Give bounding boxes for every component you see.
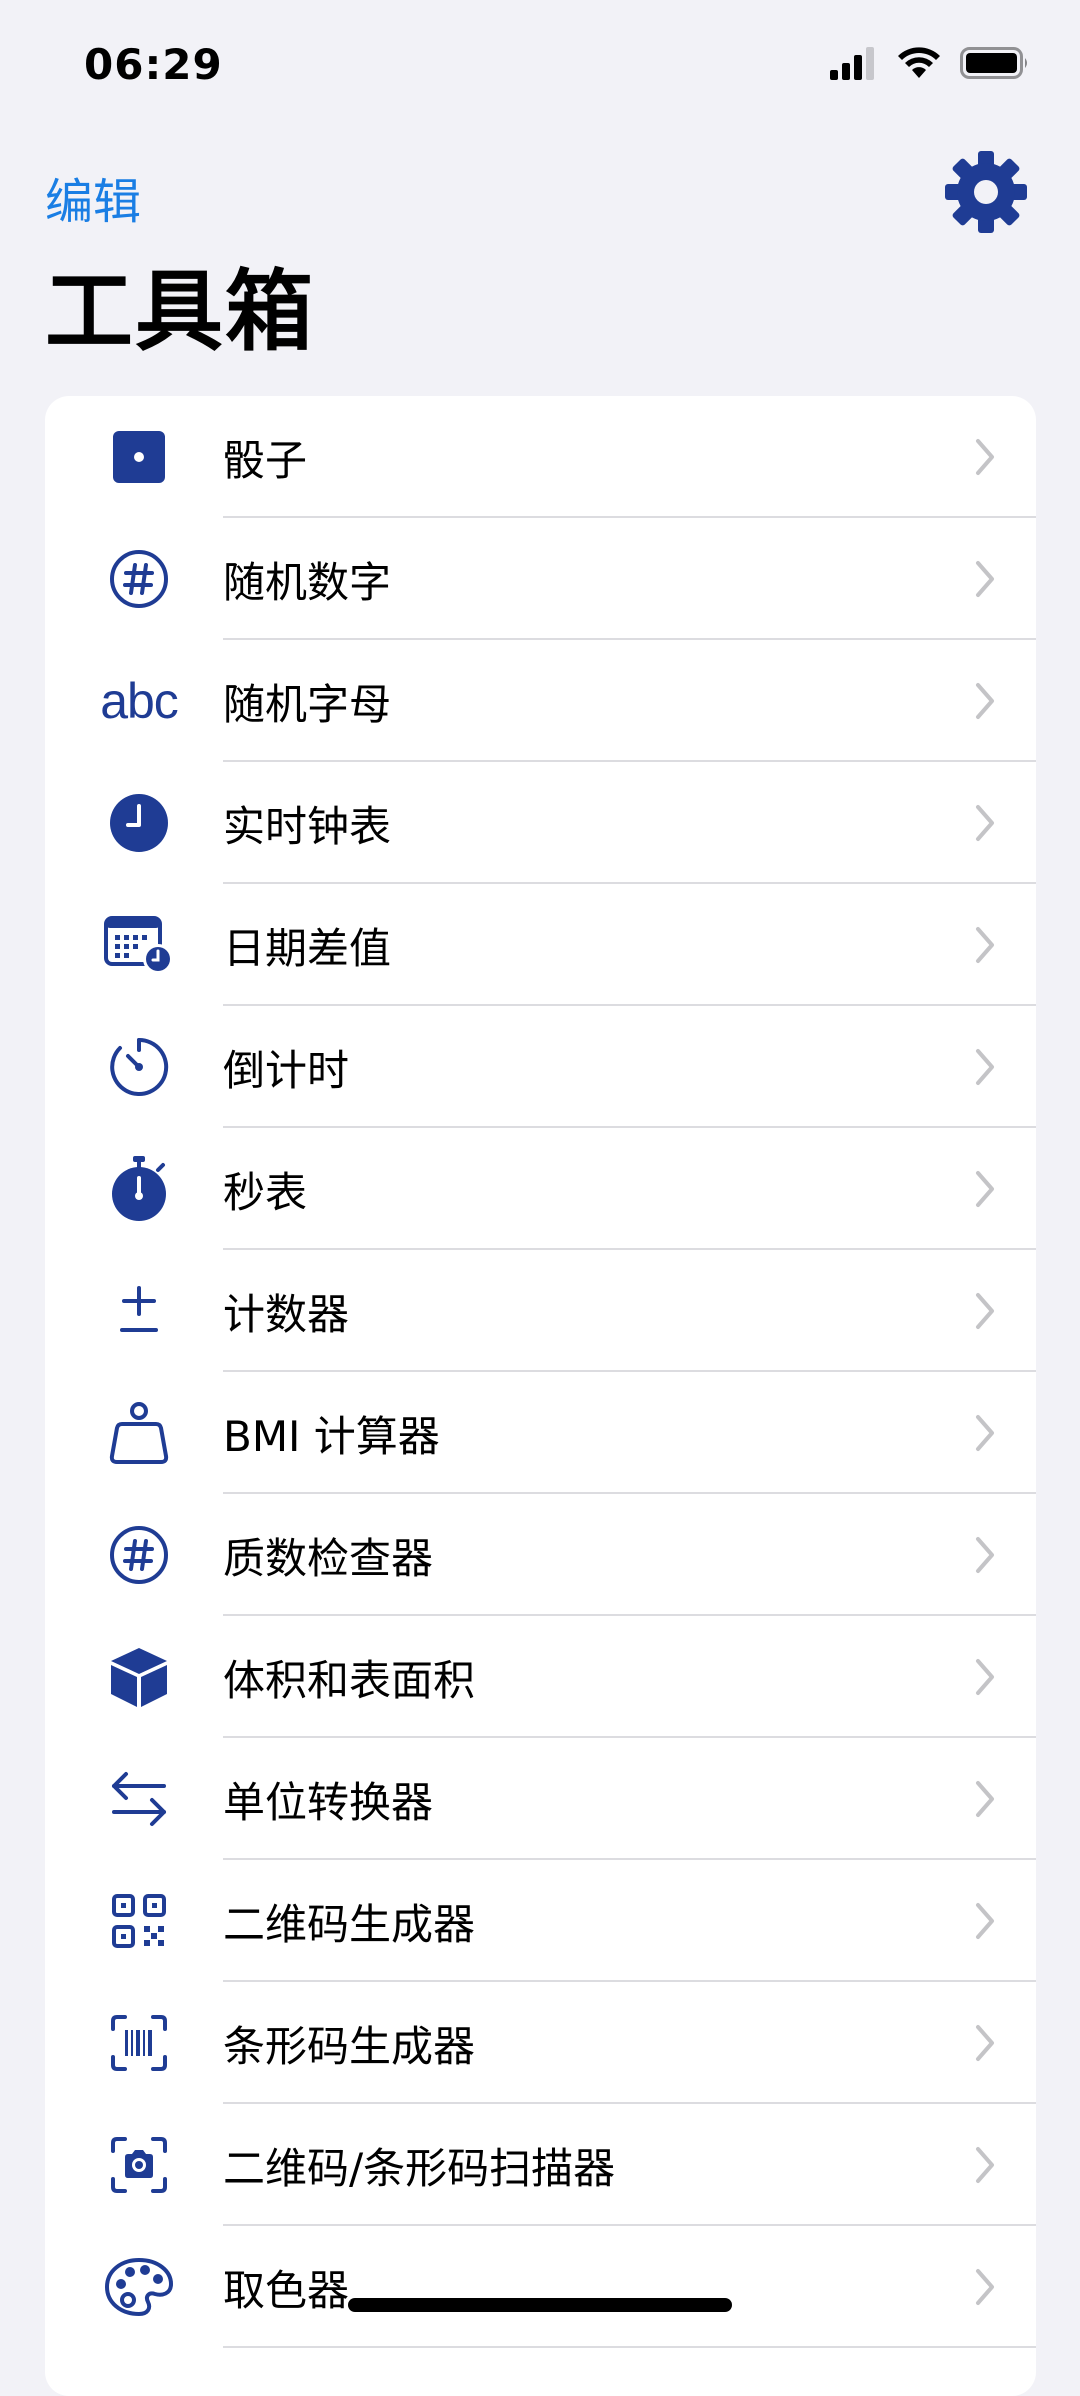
list-item-label: 单位转换器 xyxy=(223,1777,434,1827)
list-item-label: 倒计时 xyxy=(223,1045,350,1095)
gear-icon xyxy=(945,151,1027,233)
chevron-right-icon xyxy=(976,1659,994,1695)
chevron-right-icon xyxy=(976,2269,994,2305)
list-item-barcode-generator[interactable]: 条形码生成器 xyxy=(45,1982,1036,2104)
list-item-random-number[interactable]: 随机数字 xyxy=(45,518,1036,640)
list-item-label: 随机字母 xyxy=(223,679,392,729)
list-item-label: 质数检查器 xyxy=(223,1533,434,1583)
chevron-right-icon xyxy=(976,1903,994,1939)
list-item-countdown[interactable]: 倒计时 xyxy=(45,1006,1036,1128)
scale-weight-icon xyxy=(95,1389,183,1477)
clock-icon xyxy=(95,779,183,867)
list-item-dice[interactable]: 骰子 xyxy=(45,396,1036,518)
camera-viewfinder-icon xyxy=(95,2121,183,2209)
list-item-label: 取色器 xyxy=(223,2265,350,2315)
wifi-icon xyxy=(898,47,940,78)
edit-button[interactable]: 编辑 xyxy=(45,162,141,232)
plus-minus-icon xyxy=(95,1267,183,1355)
list-item-label: BMI 计算器 xyxy=(223,1411,440,1461)
number-circle-icon xyxy=(95,1511,183,1599)
list-item-bmi-calculator[interactable]: BMI 计算器 xyxy=(45,1372,1036,1494)
status-icons xyxy=(830,46,1030,80)
home-indicator[interactable] xyxy=(348,2298,732,2312)
tools-list: 骰子 随机数字 abc 随机字母 实时钟表 日期差值 倒计时 秒表 计数器 BM… xyxy=(45,396,1036,2396)
list-item-live-clock[interactable]: 实时钟表 xyxy=(45,762,1036,884)
stopwatch-icon xyxy=(95,1145,183,1233)
list-item-color-picker[interactable]: 取色器 xyxy=(45,2226,1036,2348)
list-item-label: 实时钟表 xyxy=(223,801,392,851)
barcode-viewfinder-icon xyxy=(95,1999,183,2087)
list-item-counter[interactable]: 计数器 xyxy=(45,1250,1036,1372)
chevron-right-icon xyxy=(976,1171,994,1207)
list-item-label: 骰子 xyxy=(223,435,308,485)
list-item-label: 二维码生成器 xyxy=(223,1899,476,1949)
abc-icon: abc xyxy=(75,657,203,745)
list-item-prime-checker[interactable]: 质数检查器 xyxy=(45,1494,1036,1616)
list-item-label: 秒表 xyxy=(223,1167,308,1217)
battery-icon xyxy=(960,47,1027,79)
chevron-right-icon xyxy=(976,927,994,963)
list-item-qr-generator[interactable]: 二维码生成器 xyxy=(45,1860,1036,1982)
list-item-code-scanner[interactable]: 二维码/条形码扫描器 xyxy=(45,2104,1036,2226)
list-item-label: 条形码生成器 xyxy=(223,2021,476,2071)
nav-bar: 编辑 xyxy=(0,150,1080,260)
list-item-label: 随机数字 xyxy=(223,557,392,607)
list-item-date-difference[interactable]: 日期差值 xyxy=(45,884,1036,1006)
list-item-label: 日期差值 xyxy=(223,923,392,973)
abc-icon-text: abc xyxy=(100,673,179,729)
chevron-right-icon xyxy=(976,805,994,841)
list-item-random-letter[interactable]: abc 随机字母 xyxy=(45,640,1036,762)
qr-code-icon xyxy=(95,1877,183,1965)
chevron-right-icon xyxy=(976,683,994,719)
chevron-right-icon xyxy=(976,1415,994,1451)
die-icon xyxy=(95,413,183,501)
chevron-right-icon xyxy=(976,1781,994,1817)
chevron-right-icon xyxy=(976,561,994,597)
arrows-swap-icon xyxy=(95,1755,183,1843)
status-bar: 06:29 xyxy=(0,0,1080,130)
list-item-label: 体积和表面积 xyxy=(223,1655,476,1705)
palette-icon xyxy=(95,2243,183,2331)
chevron-right-icon xyxy=(976,439,994,475)
settings-button[interactable] xyxy=(944,150,1028,234)
divider xyxy=(223,2346,1036,2348)
list-item-volume-surface[interactable]: 体积和表面积 xyxy=(45,1616,1036,1738)
cellular-signal-icon xyxy=(830,47,874,80)
status-time: 06:29 xyxy=(84,40,223,89)
chevron-right-icon xyxy=(976,2025,994,2061)
list-item-label: 二维码/条形码扫描器 xyxy=(223,2143,616,2193)
list-item-stopwatch[interactable]: 秒表 xyxy=(45,1128,1036,1250)
chevron-right-icon xyxy=(976,1049,994,1085)
calendar-clock-icon xyxy=(95,901,183,989)
timer-icon xyxy=(95,1023,183,1111)
chevron-right-icon xyxy=(976,1293,994,1329)
cube-icon xyxy=(95,1633,183,1721)
list-item-unit-converter[interactable]: 单位转换器 xyxy=(45,1738,1036,1860)
chevron-right-icon xyxy=(976,2147,994,2183)
page-title: 工具箱 xyxy=(45,260,316,363)
number-circle-icon xyxy=(95,535,183,623)
list-item-label: 计数器 xyxy=(223,1289,350,1339)
chevron-right-icon xyxy=(976,1537,994,1573)
